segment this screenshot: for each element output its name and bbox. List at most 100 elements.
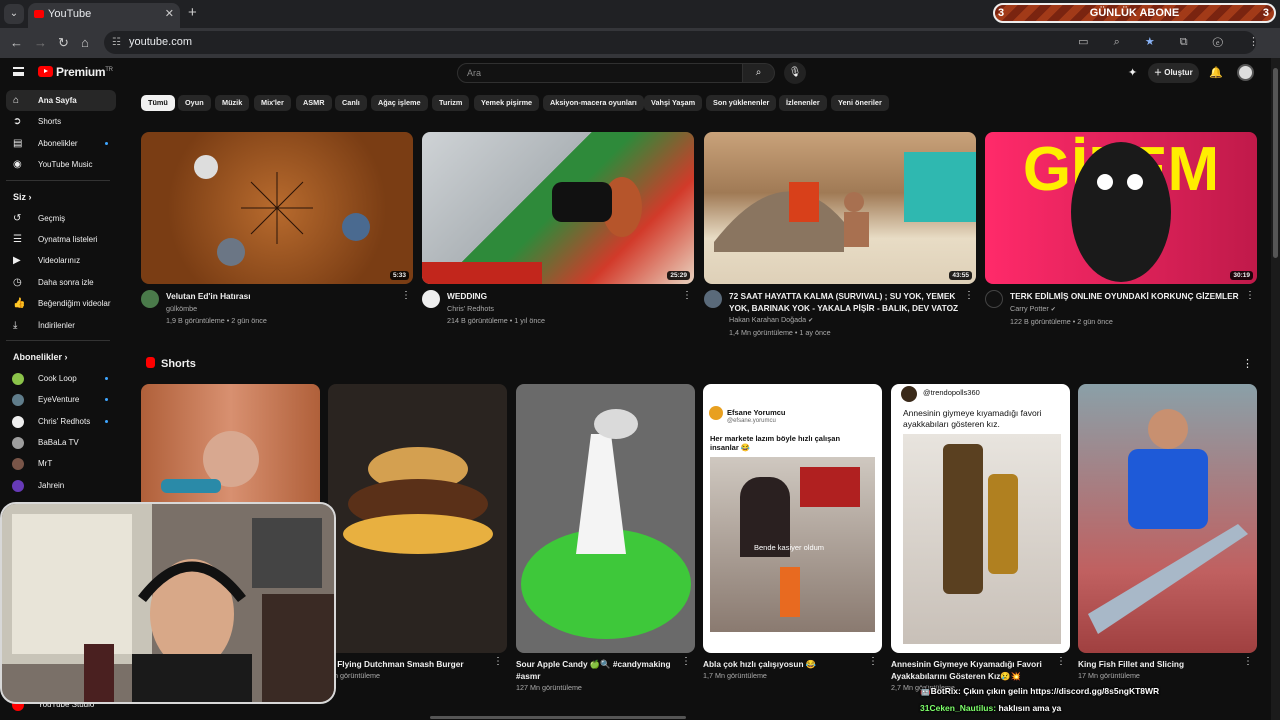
close-tab-icon[interactable]: ✕ (165, 3, 174, 25)
more-options-icon[interactable]: ⋮ (681, 656, 691, 667)
video-thumbnail[interactable]: 5:33 (141, 132, 413, 284)
more-options-icon[interactable]: ⋮ (964, 290, 974, 301)
sidebar-item-music[interactable]: ◉ YouTube Music (6, 154, 116, 175)
short-card[interactable]: @trendopolls360 Annesinin giymeye kıyama… (891, 384, 1070, 694)
page-scrollbar[interactable] (1271, 58, 1280, 720)
sidebar-item-your-videos[interactable]: ▶ Videolarınız (6, 250, 116, 271)
video-thumbnail[interactable]: 43:55 (704, 132, 976, 284)
channel-name[interactable]: gülkömbe (166, 303, 413, 315)
chip[interactable]: Ağaç işleme (371, 95, 428, 111)
sidebar-item-downloads[interactable]: ⤓ İndirilenler (6, 315, 116, 336)
video-title[interactable]: WEDDING (447, 291, 694, 303)
reload-icon[interactable]: ↻ (58, 35, 69, 51)
chip[interactable]: Aksiyon-macera oyunları (543, 95, 644, 111)
short-title[interactable]: al Flying Dutchman Smash Burger (328, 658, 507, 670)
short-title[interactable]: King Fish Fillet and Slicing (1078, 658, 1257, 670)
create-button[interactable]: ＋ Oluştur (1148, 63, 1199, 83)
video-title[interactable]: 72 SAAT HAYATTA KALMA (SURVIVAL) ; SU YO… (729, 291, 976, 314)
mic-icon[interactable]: 🎙 (784, 62, 806, 84)
chip[interactable]: Son yüklenenler (706, 95, 777, 111)
forward-icon[interactable]: → (34, 35, 47, 50)
short-thumbnail[interactable]: @trendopolls360 Annesinin giymeye kıyama… (891, 384, 1070, 653)
sidebar-subs-header[interactable]: Abonelikler › (0, 346, 122, 368)
more-options-icon[interactable]: ⋮ (1243, 656, 1253, 667)
short-thumbnail[interactable]: Efsane Yorumcu @efsane.yorumcu Her marke… (703, 384, 882, 653)
sidebar-sub-mrt[interactable]: MrT (6, 453, 116, 474)
short-title[interactable]: Abla çok hızlı çalışıyosun 😂 (703, 658, 882, 670)
short-title[interactable]: Sour Apple Candy 🍏🔍 #candymaking #asmr (516, 658, 695, 682)
tab-search-icon[interactable]: ⌄ (4, 4, 24, 24)
chip[interactable]: Yemek pişirme (474, 95, 540, 111)
chip[interactable]: ASMR (296, 95, 332, 111)
channel-avatar[interactable] (985, 290, 1003, 308)
sidebar-sub-jahrein[interactable]: Jahrein (6, 475, 116, 496)
menu-icon[interactable] (13, 67, 24, 76)
chip[interactable]: Turizm (432, 95, 470, 111)
sidebar-you-header[interactable]: Siz › (0, 186, 122, 208)
site-info-icon[interactable]: ☷ (112, 31, 121, 54)
browser-tab[interactable]: YouTube ✕ (28, 3, 180, 28)
more-options-icon[interactable]: ⋮ (493, 656, 503, 667)
short-card[interactable]: Sour Apple Candy 🍏🔍 #candymaking #asmr 1… (516, 384, 695, 694)
short-card[interactable]: al Flying Dutchman Smash Burger Mn görün… (328, 384, 507, 682)
search-input[interactable]: Ara (457, 63, 743, 83)
chip[interactable]: Yeni öneriler (831, 95, 889, 111)
short-thumbnail[interactable] (1078, 384, 1257, 653)
account-avatar[interactable] (1237, 64, 1254, 81)
video-card[interactable]: 43:55 72 SAAT HAYATTA KALMA (SURVIVAL) ;… (704, 132, 976, 339)
short-card[interactable]: Efsane Yorumcu @efsane.yorumcu Her marke… (703, 384, 882, 682)
yt-logo[interactable]: PremiumTR (38, 65, 113, 79)
bookmark-star-icon[interactable]: ★ (1145, 36, 1166, 48)
channel-avatar[interactable] (704, 290, 722, 308)
sidebar-item-history[interactable]: ↺ Geçmiş (6, 208, 116, 229)
video-card[interactable]: 5:33 Velutan Ed'in Hatırası gülkömbe 1,9… (141, 132, 413, 327)
more-options-icon[interactable]: ⋮ (682, 290, 692, 301)
scrollbar-thumb[interactable] (1273, 68, 1278, 258)
channel-name[interactable]: Carry Potter ✔ (1010, 303, 1257, 316)
sidebar-sub-cook-loop[interactable]: Cook Loop (6, 368, 116, 389)
video-card[interactable]: GİZEM 30:19 TERK EDİLMİŞ ONLINE OYUNDAKİ… (985, 132, 1257, 328)
chip[interactable]: Oyun (178, 95, 211, 111)
more-options-icon[interactable]: ⋮ (868, 656, 878, 667)
short-thumbnail[interactable] (516, 384, 695, 653)
video-card[interactable]: 25:29 WEDDING Chris' Redhots 214 B görün… (422, 132, 694, 327)
chip[interactable]: Müzik (215, 95, 250, 111)
short-card[interactable]: King Fish Fillet and Slicing 17 Mn görün… (1078, 384, 1257, 682)
more-options-icon[interactable]: ⋮ (1242, 357, 1253, 370)
search-icon[interactable]: ⌕ (743, 63, 775, 83)
horizontal-scrollbar[interactable] (430, 716, 686, 719)
sidebar-item-home[interactable]: ⌂ Ana Sayfa (6, 90, 116, 112)
channel-avatar[interactable] (141, 290, 159, 308)
back-icon[interactable]: ← (10, 35, 23, 50)
notifications-icon[interactable]: 🔔 (1209, 66, 1223, 79)
chip-all[interactable]: Tümü (141, 95, 175, 111)
sidebar-item-playlists[interactable]: ☰ Oynatma listeleri (6, 229, 116, 250)
home-icon[interactable]: ⌂ (81, 35, 89, 50)
channel-avatar[interactable] (422, 290, 440, 308)
sidebar-item-watch-later[interactable]: ◷ Daha sonra izle (6, 272, 116, 293)
more-options-icon[interactable]: ⋮ (1245, 290, 1255, 301)
chip[interactable]: Mix'ler (254, 95, 291, 111)
short-title[interactable]: Annesinin Giymeye Kıyamadığı Favori Ayak… (891, 658, 1070, 682)
channel-name[interactable]: Hakan Karahan Doğada ✔ (729, 314, 976, 327)
video-title[interactable]: Velutan Ed'in Hatırası (166, 291, 413, 303)
more-options-icon[interactable]: ⋮ (401, 290, 411, 301)
sidebar-sub-eyeventure[interactable]: EyeVenture (6, 389, 116, 410)
chip[interactable]: Vahşi Yaşam (644, 95, 703, 111)
new-tab-icon[interactable]: + (188, 4, 197, 21)
chip[interactable]: Canlı (335, 95, 367, 111)
cast-icon[interactable]: ✦ (1128, 66, 1137, 79)
sidebar-sub-chris-redhots[interactable]: Chris' Redhots (6, 411, 116, 432)
video-thumbnail[interactable]: GİZEM 30:19 (985, 132, 1257, 284)
channel-name[interactable]: Chris' Redhots (447, 303, 694, 315)
toolbar-icons[interactable]: ▭ ⌕ ★ ⧉ ⓔ ⋮ (1078, 35, 1270, 49)
more-options-icon[interactable]: ⋮ (1056, 656, 1066, 667)
short-thumbnail[interactable] (328, 384, 507, 653)
sidebar-sub-babala[interactable]: BaBaLa TV (6, 432, 116, 453)
chip[interactable]: İzlenenler (779, 95, 827, 111)
video-thumbnail[interactable]: 25:29 (422, 132, 694, 284)
sidebar-item-liked[interactable]: 👍 Beğendiğim videolar (6, 293, 116, 314)
sidebar-item-shorts[interactable]: ➲ Shorts (6, 111, 116, 132)
video-title[interactable]: TERK EDİLMİŞ ONLINE OYUNDAKİ KORKUNÇ GİZ… (1010, 291, 1257, 303)
sidebar-item-subscriptions[interactable]: ▤ Abonelikler (6, 133, 116, 154)
